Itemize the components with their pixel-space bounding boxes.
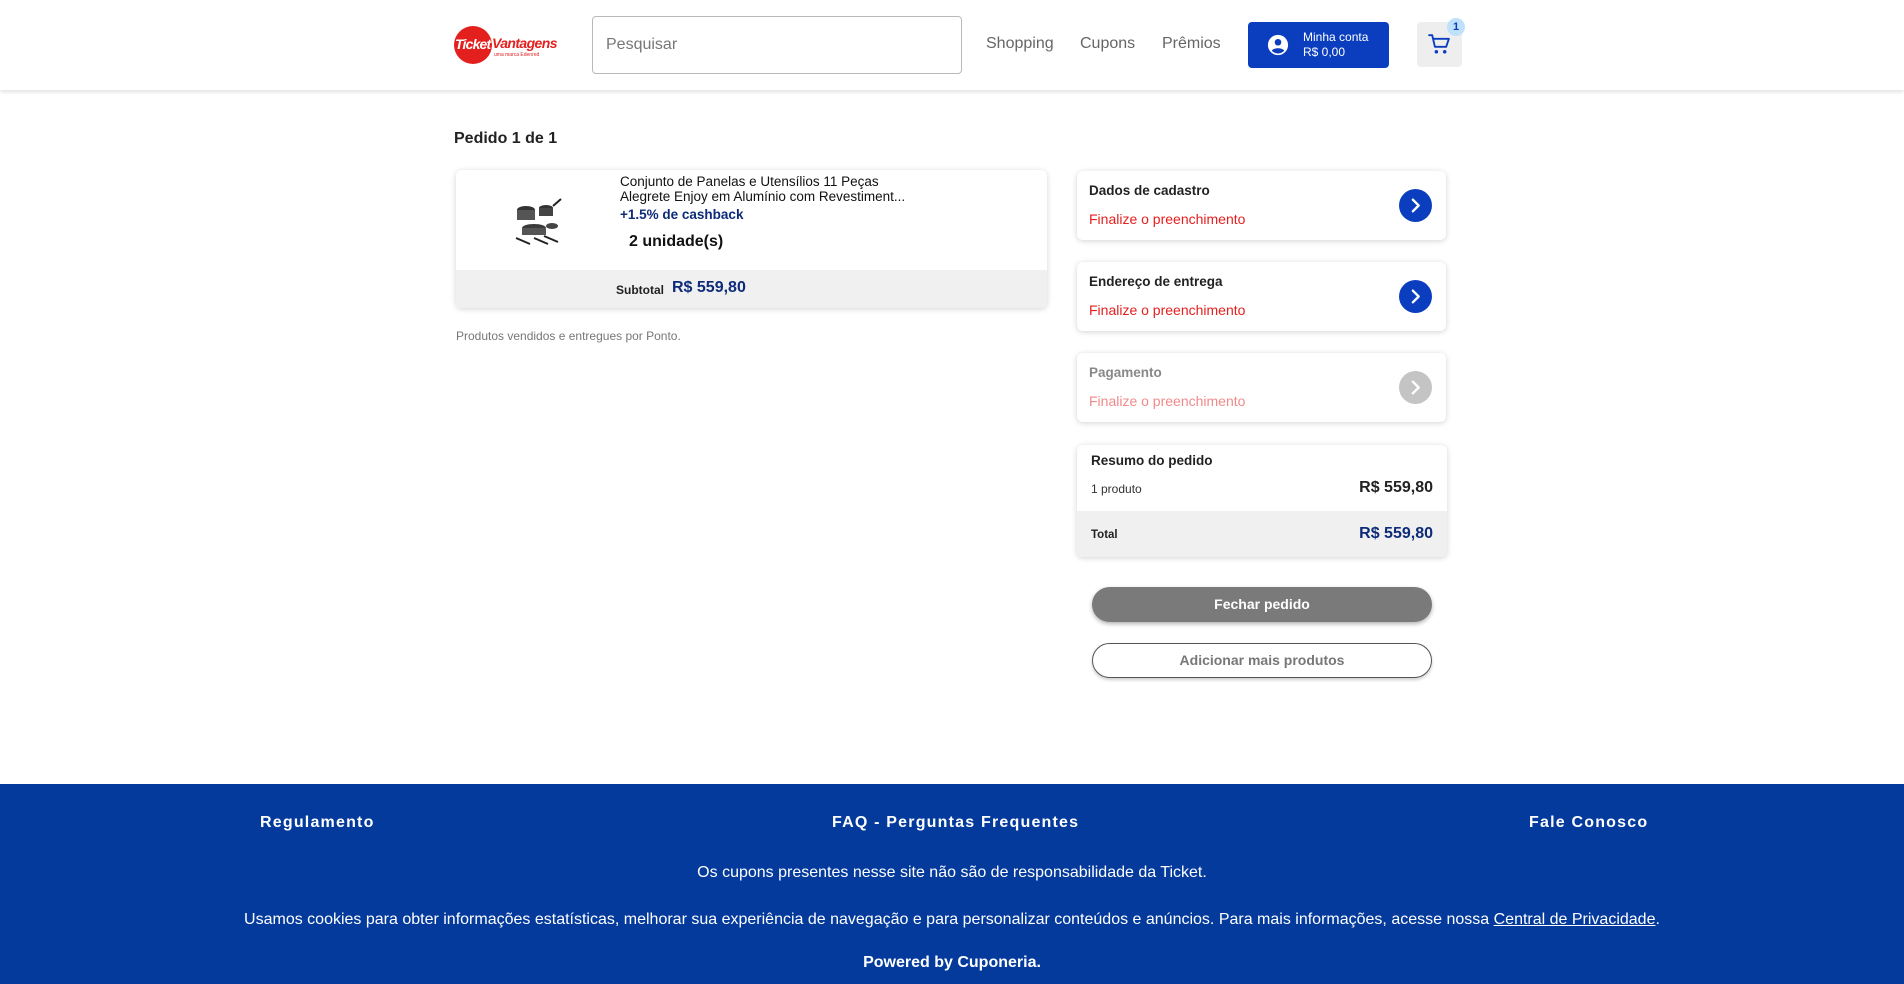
product-image[interactable] [508, 192, 564, 248]
top-header: Ticket Vantagens uma marca Edenred Shopp… [0, 0, 1904, 90]
search-input[interactable] [593, 17, 961, 73]
summary-product-count: 1 produto [1091, 482, 1142, 496]
account-circle-icon [1267, 34, 1289, 56]
step-status: Finalize o preenchimento [1089, 211, 1246, 227]
logo-brand-part1: Ticket [455, 36, 491, 52]
footer-cookies-notice: Usamos cookies para obter informações es… [244, 911, 1660, 928]
add-more-products-button[interactable]: Adicionar mais produtos [1092, 643, 1432, 678]
account-label: Minha conta [1303, 30, 1369, 44]
ticket-vantagens-logo[interactable]: Ticket Vantagens uma marca Edenred [454, 25, 572, 65]
logo-tagline: uma marca Edenred [494, 52, 540, 58]
account-balance: R$ 0,00 [1303, 45, 1346, 59]
product-quantity: 2 unidade(s) [629, 233, 724, 250]
cart-count-badge: 1 [1447, 18, 1465, 36]
step-status: Finalize o preenchimento [1089, 393, 1246, 409]
footer: Regulamento FAQ - Perguntas Frequentes F… [0, 784, 1904, 984]
step-title: Endereço de entrega [1089, 274, 1223, 289]
order-title: Pedido 1 de 1 [454, 130, 558, 147]
step-endereco-entrega[interactable]: Endereço de entrega Finalize o preenchim… [1077, 262, 1446, 331]
footer-disclaimer: Os cupons presentes nesse site não são d… [697, 864, 1207, 881]
footer-link-regulamento[interactable]: Regulamento [260, 814, 375, 832]
nav-shopping[interactable]: Shopping [986, 35, 1054, 53]
order-summary: Resumo do pedido 1 produto R$ 559,80 Tot… [1077, 445, 1447, 557]
product-cashback: +1.5% de cashback [620, 207, 744, 222]
subtotal-value: R$ 559,80 [672, 279, 746, 296]
step-title: Pagamento [1089, 365, 1162, 380]
close-order-button[interactable]: Fechar pedido [1092, 587, 1432, 622]
summary-total-label: Total [1091, 529, 1118, 541]
subtotal-label: Subtotal [616, 283, 664, 297]
search-box [592, 16, 962, 74]
cookies-text: Usamos cookies para obter informações es… [244, 911, 1490, 928]
subtotal-bar: Subtotal R$ 559,80 [456, 270, 1047, 308]
logo-brand-part2: Vantagens [492, 35, 557, 51]
step-pagamento: Pagamento Finalize o preenchimento [1077, 353, 1446, 422]
nav-cupons[interactable]: Cupons [1080, 35, 1135, 53]
chevron-right-icon [1399, 371, 1432, 404]
step-dados-cadastro[interactable]: Dados de cadastro Finalize o preenchimen… [1077, 171, 1446, 240]
account-button[interactable]: Minha conta R$ 0,00 [1248, 22, 1389, 68]
chevron-right-icon[interactable] [1399, 189, 1432, 222]
product-card: Conjunto de Panelas e Utensílios 11 Peça… [456, 170, 1047, 308]
cart-icon [1428, 34, 1450, 54]
chevron-right-icon[interactable] [1399, 280, 1432, 313]
step-status: Finalize o preenchimento [1089, 302, 1246, 318]
step-title: Dados de cadastro [1089, 183, 1210, 198]
seller-note: Produtos vendidos e entregues por Ponto. [456, 329, 681, 343]
footer-link-fale-conosco[interactable]: Fale Conosco [1529, 814, 1648, 832]
summary-products-value: R$ 559,80 [1359, 479, 1433, 496]
summary-title: Resumo do pedido [1091, 453, 1213, 468]
footer-powered-by: Powered by Cuponeria. [863, 954, 1041, 971]
product-name[interactable]: Conjunto de Panelas e Utensílios 11 Peça… [620, 174, 920, 206]
summary-total-bar: Total R$ 559,80 [1077, 511, 1447, 557]
privacy-center-link[interactable]: Central de Privacidade [1494, 911, 1656, 928]
summary-total-value: R$ 559,80 [1359, 525, 1433, 542]
footer-link-faq[interactable]: FAQ - Perguntas Frequentes [832, 814, 1079, 832]
nav-premios[interactable]: Prêmios [1162, 35, 1221, 53]
